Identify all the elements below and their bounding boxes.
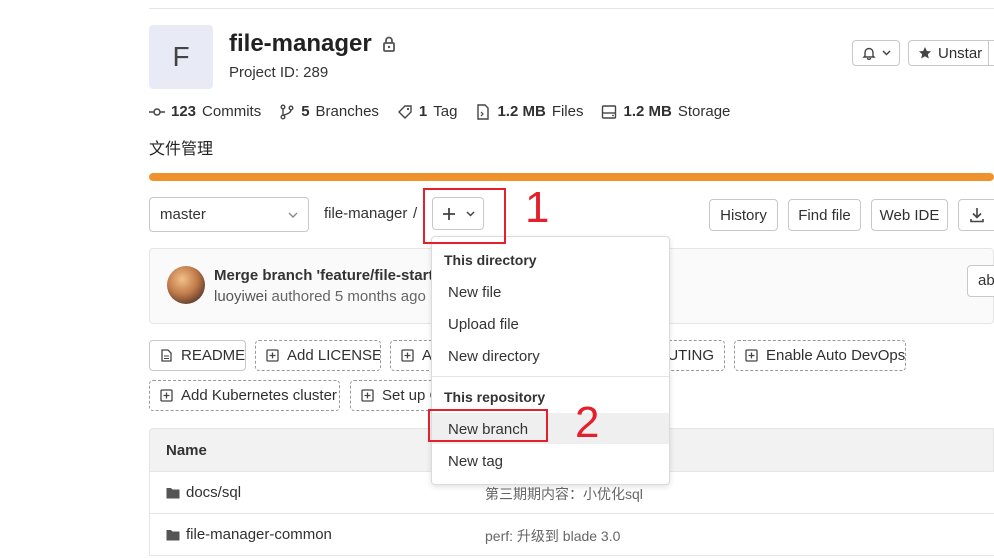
- tags-count: 1: [418, 103, 428, 120]
- add-kubernetes-cluster-button[interactable]: Add Kubernetes cluster: [149, 380, 340, 411]
- plus-square-icon: [745, 349, 758, 362]
- file-icon: [477, 103, 490, 120]
- branch-selector[interactable]: master: [149, 197, 309, 232]
- notification-dropdown[interactable]: [852, 40, 900, 66]
- project-avatar: F: [149, 25, 213, 89]
- name-column-header: Name: [166, 442, 207, 459]
- files-stat[interactable]: 1.2 MB Files: [475, 103, 583, 120]
- files-size: 1.2 MB: [497, 103, 546, 120]
- plus-square-icon: [160, 389, 173, 402]
- tags-stat[interactable]: 1 Tag: [397, 103, 458, 120]
- file-row-name[interactable]: docs/sql: [166, 484, 241, 501]
- plus-square-icon: [361, 389, 374, 402]
- language-bar: [149, 173, 994, 181]
- storage-label: Storage: [677, 103, 731, 120]
- branches-count: 5: [301, 103, 310, 120]
- storage-stat[interactable]: 1.2 MB Storage: [601, 103, 730, 120]
- annotation-box-step1: [423, 188, 506, 244]
- plus-square-icon: [401, 349, 414, 362]
- file-row-name[interactable]: file-manager-common: [166, 526, 332, 543]
- set-up-ci-button[interactable]: Set up C: [350, 380, 440, 411]
- storage-size: 1.2 MB: [623, 103, 672, 120]
- readme-label: README: [181, 347, 246, 364]
- commit-time: authored 5 months ago: [271, 288, 426, 305]
- breadcrumb-separator: /: [413, 205, 418, 222]
- lock-icon: [382, 36, 395, 52]
- dropdown-section-header: This directory: [444, 252, 537, 268]
- folder-name: docs/sql: [186, 484, 242, 501]
- download-button[interactable]: [958, 199, 994, 231]
- commit-icon: [149, 107, 165, 116]
- menu-item-new-tag[interactable]: New tag: [448, 453, 503, 470]
- last-commit-message[interactable]: perf: 升级到 blade 3.0: [485, 526, 620, 546]
- tags-label: Tag: [433, 103, 458, 120]
- button-divider: [988, 40, 989, 66]
- language-bar-fill: [149, 173, 994, 181]
- branch-icon: [280, 104, 294, 119]
- add-kubernetes-cluster-label: Add Kubernetes cluster: [181, 387, 337, 404]
- commit-author[interactable]: luoyiwei: [214, 288, 267, 305]
- chevron-down-icon: [288, 212, 298, 218]
- project-id: Project ID: 289: [229, 64, 329, 81]
- branches-stat[interactable]: 5 Branches: [279, 103, 379, 120]
- bell-icon: [861, 47, 876, 60]
- menu-item-new-directory[interactable]: New directory: [448, 348, 540, 365]
- annotation-number-step2: 2: [575, 398, 600, 447]
- last-commit-message[interactable]: 第三期期内容：小优化sql: [485, 484, 643, 504]
- commit-meta: luoyiwei authored 5 months ago: [214, 288, 426, 305]
- storage-icon: [602, 104, 617, 119]
- web-ide-button[interactable]: Web IDE: [871, 199, 948, 231]
- commits-stat[interactable]: 123 Commits: [149, 103, 261, 120]
- star-icon: [919, 47, 931, 59]
- history-button[interactable]: History: [709, 199, 778, 231]
- files-label: Files: [551, 103, 584, 120]
- menu-item-new-file[interactable]: New file: [448, 284, 501, 301]
- annotation-box-step2: [428, 409, 548, 442]
- top-divider: [149, 8, 994, 9]
- breadcrumb-root[interactable]: file-manager: [324, 205, 407, 222]
- unstar-button[interactable]: Unstar: [908, 40, 994, 66]
- add-license-label: Add LICENSE: [287, 347, 381, 364]
- file-icon: [161, 349, 172, 362]
- folder-name: file-manager-common: [186, 526, 332, 543]
- enable-auto-devops-label: Enable Auto DevOps: [766, 347, 906, 364]
- tag-icon: [397, 104, 412, 119]
- branches-label: Branches: [315, 103, 379, 120]
- project-description: 文件管理: [149, 141, 214, 158]
- project-name[interactable]: file-manager: [229, 30, 372, 58]
- commit-author-avatar[interactable]: [167, 266, 205, 304]
- find-file-button[interactable]: Find file: [788, 199, 861, 231]
- dropdown-divider: [432, 376, 669, 377]
- unstar-label: Unstar: [938, 44, 983, 62]
- commit-sha-button[interactable]: ab: [967, 265, 994, 297]
- add-license-button[interactable]: Add LICENSE: [255, 340, 381, 371]
- project-stats: 123 Commits 5 Branches 1 Tag 1.2 MB Files 1.…: [149, 103, 730, 120]
- folder-icon: [166, 487, 180, 498]
- project-title: file-manager: [229, 30, 396, 58]
- commits-count: 123: [171, 103, 197, 120]
- commits-label: Commits: [202, 103, 262, 120]
- enable-auto-devops-button[interactable]: Enable Auto DevOps: [734, 340, 906, 371]
- download-icon: [970, 208, 984, 223]
- commit-title[interactable]: Merge branch 'feature/file-starte: [214, 267, 442, 284]
- dropdown-section-header: This repository: [444, 389, 546, 405]
- annotation-number-step1: 1: [525, 183, 550, 232]
- folder-icon: [166, 529, 180, 540]
- menu-item-upload-file[interactable]: Upload file: [448, 316, 519, 333]
- branch-name: master: [160, 206, 206, 223]
- readme-button[interactable]: README: [149, 340, 246, 371]
- chevron-down-icon: [881, 50, 891, 56]
- plus-square-icon: [266, 349, 279, 362]
